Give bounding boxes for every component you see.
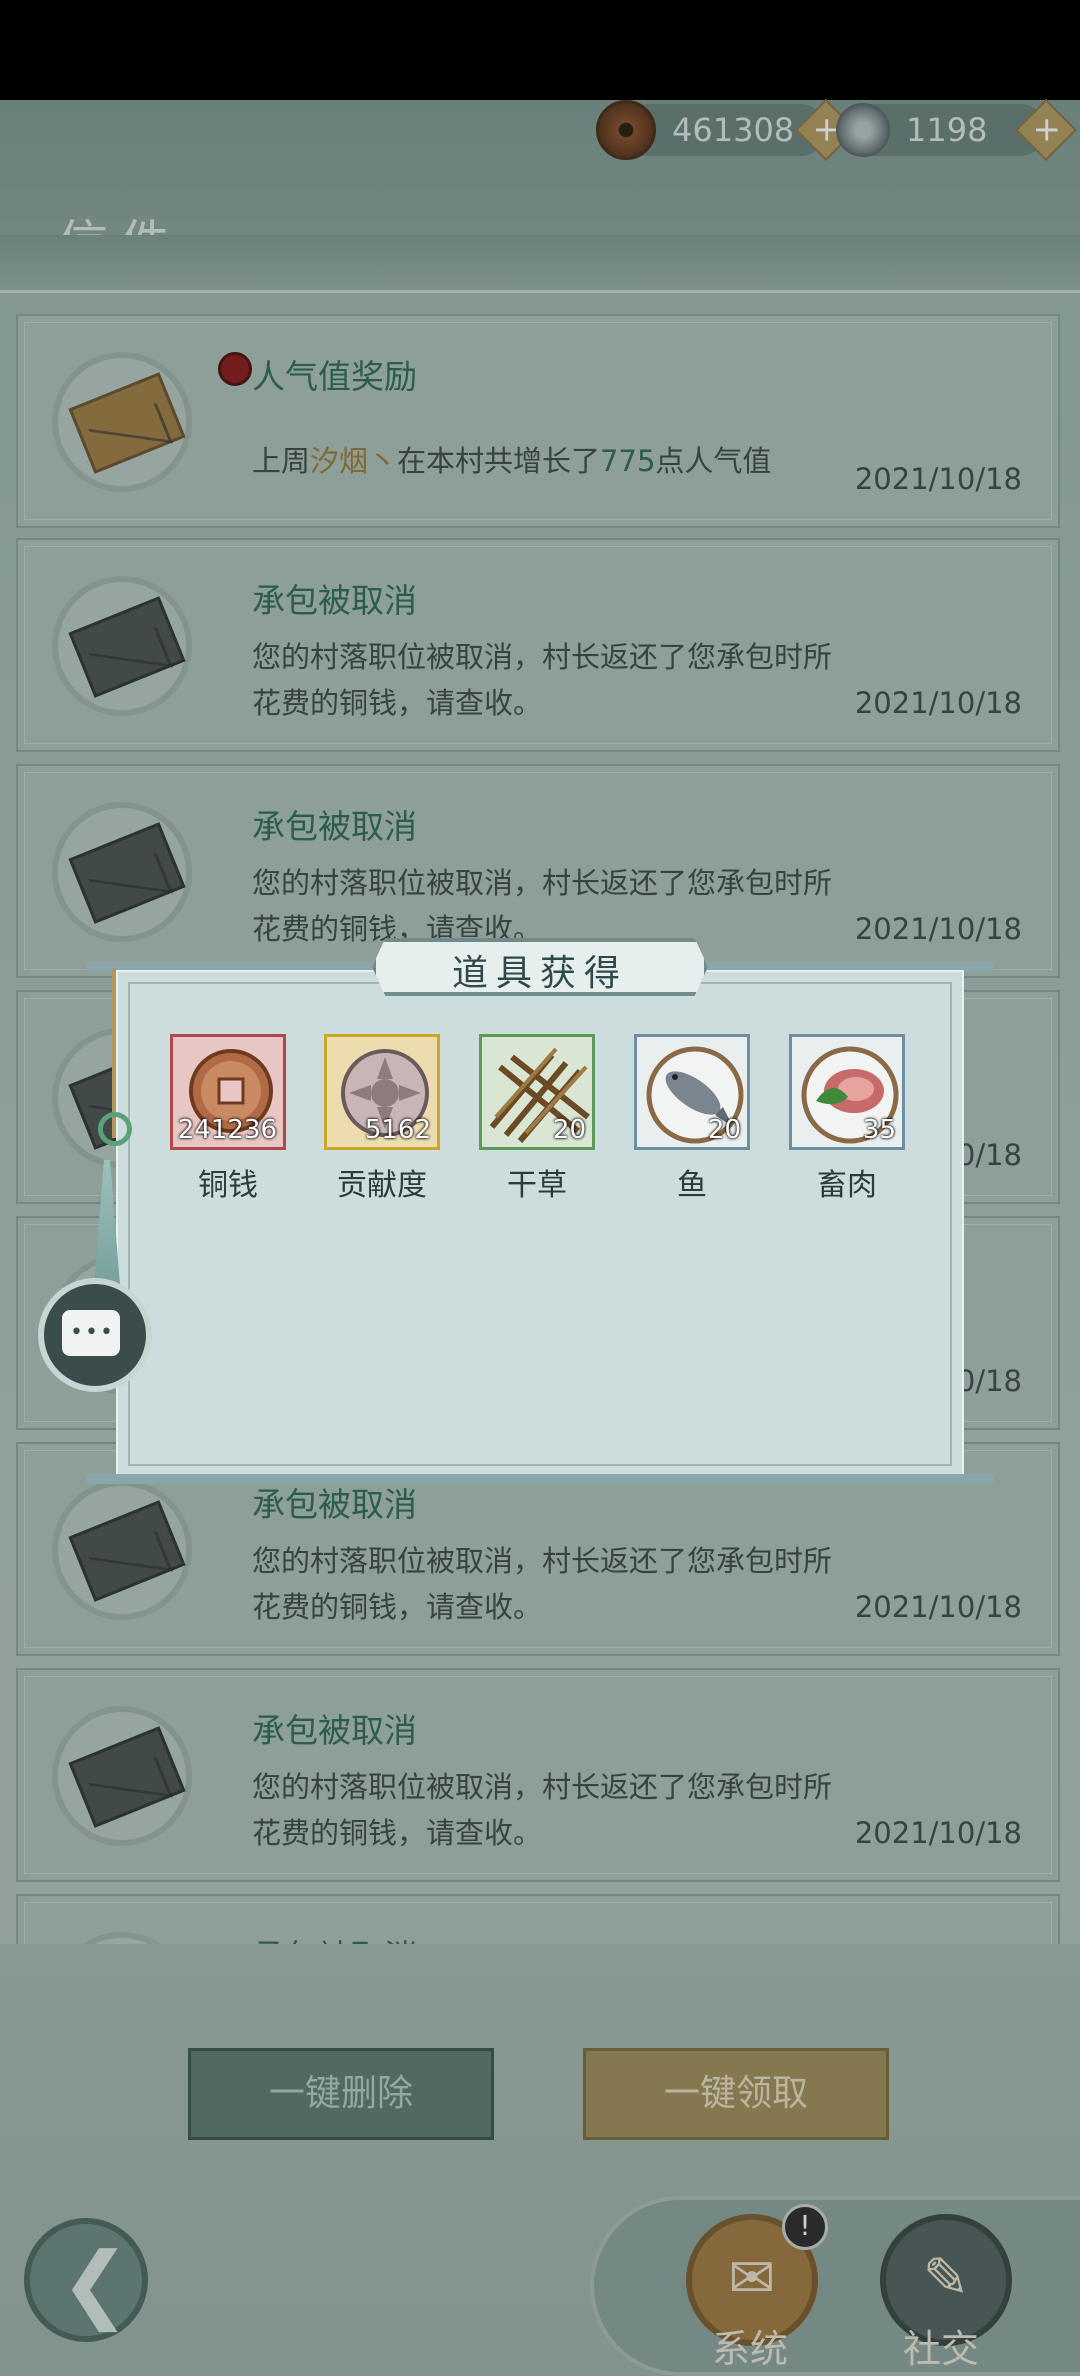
reward-item[interactable]: 35 畜肉 [789, 1034, 909, 1204]
chat-bubble-icon: ••• [62, 1310, 120, 1356]
item-quantity: 20 [552, 1115, 586, 1145]
jade-ring-icon [98, 1112, 132, 1146]
item-quantity: 20 [707, 1115, 741, 1145]
item-name: 鱼 [677, 1168, 707, 1203]
item-slot: 241236 [170, 1034, 286, 1150]
item-slot: 5162 [324, 1034, 440, 1150]
item-quantity: 5162 [364, 1115, 431, 1145]
item-name: 铜钱 [198, 1168, 258, 1203]
mail-screen: 信件 461308 + 1198 + 人气值奖励 上周汐烟丶在本村共增长了775… [0, 0, 1080, 2376]
item-slot: 35 [789, 1034, 905, 1150]
item-name: 畜肉 [817, 1168, 877, 1203]
reward-item[interactable]: 241236 铜钱 [170, 1034, 290, 1204]
item-slot: 20 [634, 1034, 750, 1150]
popup-title: 道具获得 [451, 953, 628, 994]
status-bar [0, 0, 1080, 100]
reward-item[interactable]: 20 鱼 [634, 1034, 754, 1204]
scroll-rod-bottom [86, 1474, 994, 1484]
chat-button[interactable]: ••• [38, 1278, 152, 1392]
item-name: 干草 [507, 1168, 567, 1203]
item-name: 贡献度 [337, 1168, 427, 1203]
reward-item[interactable]: 5162 贡献度 [324, 1034, 444, 1204]
item-quantity: 35 [862, 1115, 896, 1145]
item-slot: 20 [479, 1034, 595, 1150]
reward-item[interactable]: 20 干草 [479, 1034, 599, 1204]
item-quantity: 241236 [177, 1115, 277, 1145]
